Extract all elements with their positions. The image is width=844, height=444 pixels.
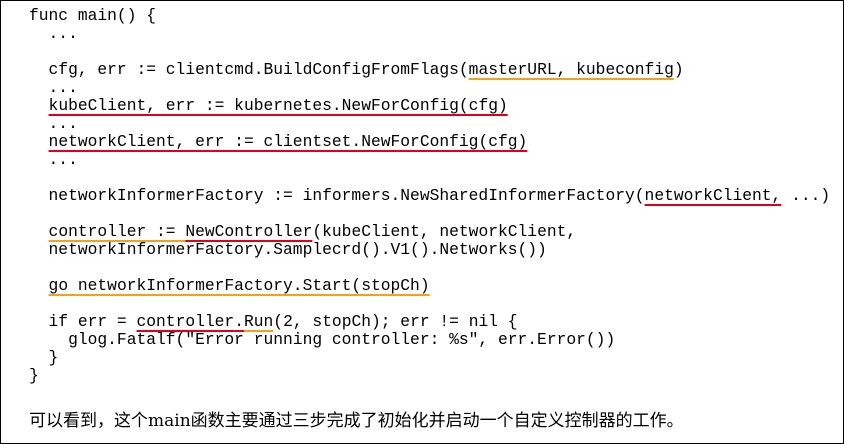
highlight-controller-assign: controller := xyxy=(48,222,186,241)
highlight-network-client: networkClient, err := clientset.NewForCo… xyxy=(48,132,528,151)
code-text: networkInformerFactory.Samplecrd().V1().… xyxy=(29,240,547,259)
code-line: ... xyxy=(29,79,830,97)
code-block: func main() { ... cfg, err := clientcmd.… xyxy=(29,7,830,385)
code-ellipsis: ... xyxy=(29,24,78,43)
code-text: (kubeClient, networkClient, xyxy=(312,222,577,241)
code-line: } xyxy=(29,367,830,385)
highlight-informer-start: go networkInformerFactory.Start(stopCh) xyxy=(48,276,430,295)
highlight-controller-ref: controller xyxy=(136,312,235,331)
code-text: cfg, err := clientcmd.BuildConfigFromFla… xyxy=(29,60,469,79)
code-line: ... xyxy=(29,25,830,43)
code-ellipsis: ... xyxy=(29,78,78,97)
caption-text: 可以看到，这个main函数主要通过三步完成了初始化并启动一个自定义控制器的工作。 xyxy=(29,411,684,431)
highlight-dot: . xyxy=(234,312,244,331)
highlight-master-url-kubeconfig: masterURL, kubeconfig xyxy=(468,60,674,79)
code-text: ...) xyxy=(781,186,831,205)
code-text: (2, stopCh); err != nil { xyxy=(273,312,518,331)
code-text: } xyxy=(29,348,59,367)
code-line: controller := NewController(kubeClient, … xyxy=(29,223,830,241)
code-line: ... xyxy=(29,115,830,133)
code-line: kubeClient, err := kubernetes.NewForConf… xyxy=(29,97,830,115)
highlight-run: Run xyxy=(243,312,274,331)
code-text: glog.Fatalf("Error running controller: %… xyxy=(29,330,616,349)
code-line: go networkInformerFactory.Start(stopCh) xyxy=(29,277,830,295)
code-text: ) xyxy=(673,60,684,79)
code-line: func main() { xyxy=(29,7,830,25)
code-text: } xyxy=(29,366,39,385)
code-line: if err = controller.Run(2, stopCh); err … xyxy=(29,313,830,331)
code-line: } xyxy=(29,349,830,367)
code-text: networkInformerFactory := informers.NewS… xyxy=(29,186,645,205)
code-ellipsis: ... xyxy=(29,150,78,169)
code-line: glog.Fatalf("Error running controller: %… xyxy=(29,331,830,349)
highlight-network-client-arg: networkClient, xyxy=(644,186,782,205)
highlight-kube-client: kubeClient, err := kubernetes.NewForConf… xyxy=(48,96,508,115)
code-text: func main() { xyxy=(29,6,157,25)
code-line: ... xyxy=(29,151,830,169)
code-line: networkInformerFactory := informers.NewS… xyxy=(29,186,831,205)
code-figure-frame: func main() { ... cfg, err := clientcmd.… xyxy=(0,0,844,444)
code-line: networkInformerFactory.Samplecrd().V1().… xyxy=(29,241,830,259)
code-text: if err = xyxy=(29,312,137,331)
highlight-new-controller: NewController xyxy=(185,222,313,241)
code-line: cfg, err := clientcmd.BuildConfigFromFla… xyxy=(29,61,830,79)
code-line: networkClient, err := clientset.NewForCo… xyxy=(29,133,830,151)
code-ellipsis: ... xyxy=(29,114,78,133)
